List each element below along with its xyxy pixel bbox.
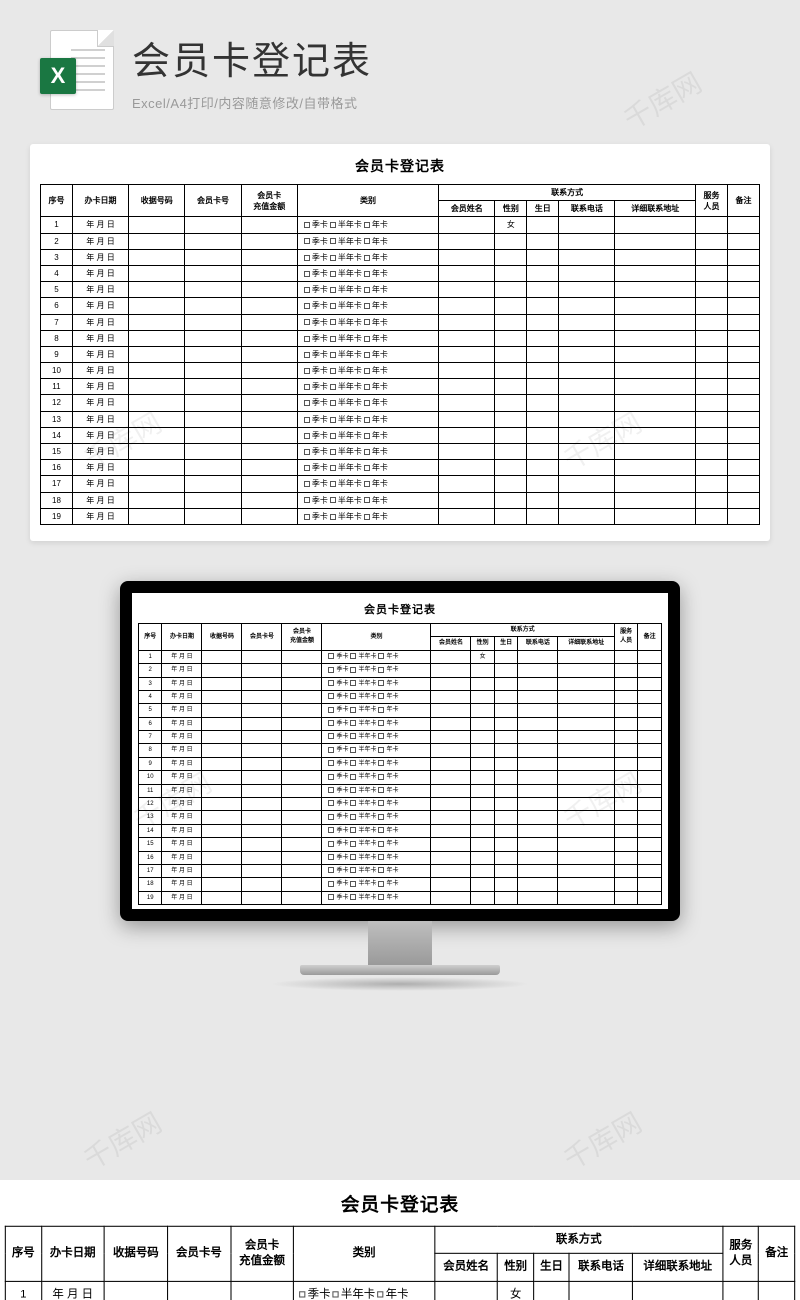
table-row: 18 年 月 日 季卡半年卡年卡 bbox=[139, 878, 662, 891]
table-row: 13 年 月 日 季卡半年卡年卡 bbox=[41, 411, 760, 427]
table-row: 16 年 月 日 季卡半年卡年卡 bbox=[139, 851, 662, 864]
table-row: 9 年 月 日 季卡半年卡年卡 bbox=[41, 346, 760, 362]
table-row: 2 年 月 日 季卡半年卡年卡 bbox=[139, 664, 662, 677]
table-row: 18 年 月 日 季卡半年卡年卡 bbox=[41, 492, 760, 508]
sheet-title: 会员卡登记表 bbox=[138, 601, 662, 617]
table-row: 17 年 月 日 季卡半年卡年卡 bbox=[41, 476, 760, 492]
monitor-mockup: 会员卡登记表 序号 办卡日期 收据号码 会员卡号 会员卡充值金额 类别 联系方式… bbox=[0, 581, 800, 991]
table-row: 1 年 月 日 季卡半年卡年卡 女 bbox=[41, 217, 760, 233]
table-row: 7 年 月 日 季卡半年卡年卡 bbox=[139, 731, 662, 744]
registration-table: 序号 办卡日期 收据号码 会员卡号 会员卡充值金额 类别 联系方式 服务人员 备… bbox=[40, 184, 760, 525]
sheet-title: 会员卡登记表 bbox=[40, 156, 760, 176]
registration-table: 序号 办卡日期 收据号码 会员卡号 会员卡充值金额 类别 联系方式 服务人员 备… bbox=[138, 623, 662, 905]
sheet-title: 会员卡登记表 bbox=[5, 1190, 795, 1217]
sheet-preview-main: 会员卡登记表 序号 办卡日期 收据号码 会员卡号 会员卡充值金额 类别 联系方式… bbox=[30, 144, 770, 541]
table-row: 16 年 月 日 季卡半年卡年卡 bbox=[41, 460, 760, 476]
page-title: 会员卡登记表 bbox=[132, 30, 372, 85]
table-row: 5 年 月 日 季卡半年卡年卡 bbox=[139, 704, 662, 717]
monitor-stand bbox=[368, 921, 432, 965]
table-row: 1 年 月 日 季卡半年卡年卡 女 bbox=[5, 1281, 794, 1300]
table-row: 2 年 月 日 季卡半年卡年卡 bbox=[41, 233, 760, 249]
table-row: 8 年 月 日 季卡半年卡年卡 bbox=[139, 744, 662, 757]
table-row: 19 年 月 日 季卡半年卡年卡 bbox=[41, 508, 760, 524]
monitor-shadow bbox=[270, 977, 530, 991]
table-row: 1 年 月 日 季卡半年卡年卡 女 bbox=[139, 650, 662, 663]
table-row: 14 年 月 日 季卡半年卡年卡 bbox=[139, 824, 662, 837]
table-row: 15 年 月 日 季卡半年卡年卡 bbox=[41, 444, 760, 460]
table-row: 12 年 月 日 季卡半年卡年卡 bbox=[139, 798, 662, 811]
table-row: 11 年 月 日 季卡半年卡年卡 bbox=[139, 784, 662, 797]
monitor-screen: 会员卡登记表 序号 办卡日期 收据号码 会员卡号 会员卡充值金额 类别 联系方式… bbox=[120, 581, 680, 921]
table-row: 5 年 月 日 季卡半年卡年卡 bbox=[41, 282, 760, 298]
page-header: X 会员卡登记表 Excel/A4打印/内容随意修改/自带格式 bbox=[0, 0, 800, 134]
page-subtitle: Excel/A4打印/内容随意修改/自带格式 bbox=[132, 93, 372, 112]
sheet-preview-zoom: 会员卡登记表 序号 办卡日期 收据号码 会员卡号 会员卡充值金额 类别 联系方式… bbox=[0, 1180, 800, 1300]
watermark: 千库网 bbox=[76, 1102, 169, 1179]
excel-file-icon: X bbox=[40, 30, 114, 114]
table-row: 6 年 月 日 季卡半年卡年卡 bbox=[139, 717, 662, 730]
table-row: 8 年 月 日 季卡半年卡年卡 bbox=[41, 330, 760, 346]
table-row: 10 年 月 日 季卡半年卡年卡 bbox=[139, 771, 662, 784]
monitor-base bbox=[300, 965, 500, 975]
table-row: 3 年 月 日 季卡半年卡年卡 bbox=[41, 249, 760, 265]
table-row: 4 年 月 日 季卡半年卡年卡 bbox=[41, 265, 760, 281]
table-row: 17 年 月 日 季卡半年卡年卡 bbox=[139, 864, 662, 877]
table-row: 11 年 月 日 季卡半年卡年卡 bbox=[41, 379, 760, 395]
registration-table: 序号 办卡日期 收据号码 会员卡号 会员卡充值金额 类别 联系方式 服务人员 备… bbox=[5, 1226, 795, 1300]
table-row: 7 年 月 日 季卡半年卡年卡 bbox=[41, 314, 760, 330]
table-row: 10 年 月 日 季卡半年卡年卡 bbox=[41, 363, 760, 379]
table-row: 13 年 月 日 季卡半年卡年卡 bbox=[139, 811, 662, 824]
table-row: 12 年 月 日 季卡半年卡年卡 bbox=[41, 395, 760, 411]
table-row: 4 年 月 日 季卡半年卡年卡 bbox=[139, 690, 662, 703]
excel-x-badge: X bbox=[40, 58, 76, 94]
table-row: 6 年 月 日 季卡半年卡年卡 bbox=[41, 298, 760, 314]
table-row: 9 年 月 日 季卡半年卡年卡 bbox=[139, 757, 662, 770]
table-row: 19 年 月 日 季卡半年卡年卡 bbox=[139, 891, 662, 904]
table-row: 15 年 月 日 季卡半年卡年卡 bbox=[139, 838, 662, 851]
table-row: 14 年 月 日 季卡半年卡年卡 bbox=[41, 427, 760, 443]
table-row: 3 年 月 日 季卡半年卡年卡 bbox=[139, 677, 662, 690]
watermark: 千库网 bbox=[556, 1102, 649, 1179]
